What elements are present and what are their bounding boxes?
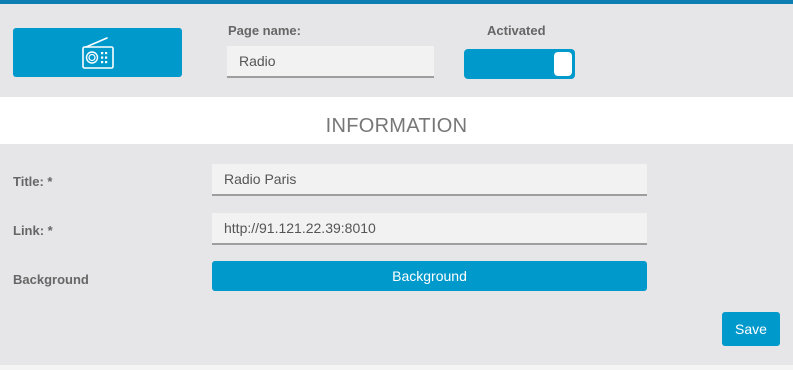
link-input[interactable] (212, 213, 647, 245)
page-name-input[interactable] (227, 46, 434, 78)
background-label: Background (13, 272, 89, 287)
title-label: Title: * (13, 174, 53, 189)
radio-icon (81, 36, 114, 69)
activated-toggle[interactable] (464, 49, 575, 79)
save-button[interactable]: Save (722, 312, 780, 346)
section-title: INFORMATION (325, 115, 468, 137)
activated-label: Activated (487, 23, 546, 38)
background-button[interactable]: Background (212, 261, 647, 291)
page-header: Page name: Activated (0, 4, 793, 97)
link-label: Link: * (13, 223, 53, 238)
page-icon-button[interactable] (13, 28, 182, 77)
bottom-edge (0, 365, 793, 370)
section-header: INFORMATION (0, 97, 793, 144)
information-form: Title: * Link: * Background Background S… (0, 144, 793, 365)
title-input[interactable] (212, 164, 647, 196)
page-name-label: Page name: (228, 23, 301, 38)
toggle-knob[interactable] (554, 52, 572, 76)
